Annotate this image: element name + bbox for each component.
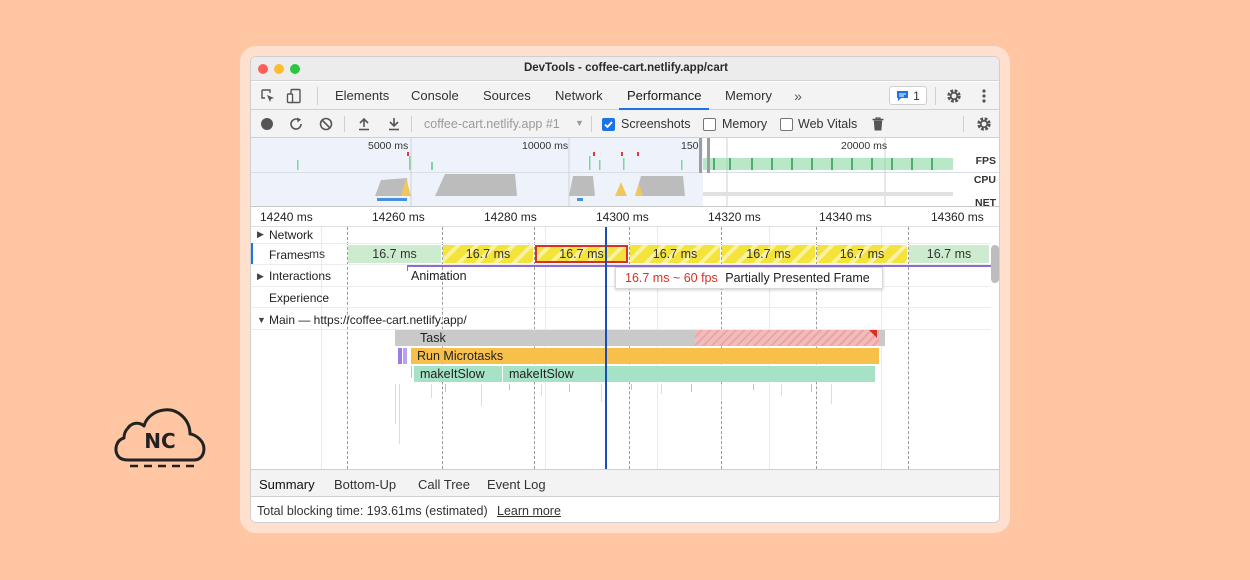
ruler-tick: 14280 ms xyxy=(484,210,537,224)
tab-console[interactable]: Console xyxy=(403,82,467,110)
issues-count: 1 xyxy=(913,88,920,103)
cpu-track-label: CPU xyxy=(973,174,996,186)
tab-memory[interactable]: Memory xyxy=(717,82,780,110)
frame-segment[interactable]: 16.7 ms xyxy=(443,245,533,263)
interaction-animation-label: Animation xyxy=(411,269,467,283)
window-title: DevTools - coffee-cart.netlify.app/cart xyxy=(523,62,729,74)
tracks-scrollbar[interactable] xyxy=(991,245,999,283)
main-track-label[interactable]: Main — https://coffee-cart.netlify.app/ xyxy=(269,313,467,327)
learn-more-link[interactable]: Learn more xyxy=(497,504,561,518)
more-options-icon[interactable] xyxy=(975,87,993,105)
network-track-label[interactable]: Network xyxy=(269,228,313,242)
devtools-window: DevTools - coffee-cart.netlify.app/cart … xyxy=(250,56,1000,523)
tab-network[interactable]: Network xyxy=(547,82,611,110)
total-blocking-time-text: Total blocking time: 193.61ms (estimated… xyxy=(257,504,488,518)
run-microtasks-bar[interactable]: Run Microtasks xyxy=(411,348,879,364)
tooltip-description: Partially Presented Frame xyxy=(725,271,870,285)
frames-track-label[interactable]: Frames xyxy=(269,248,310,262)
tab-summary[interactable]: Summary xyxy=(259,477,315,492)
nc-cloud-logo: NC xyxy=(114,408,206,468)
ruler-tick: 14340 ms xyxy=(819,210,872,224)
tab-bottom-up[interactable]: Bottom-Up xyxy=(334,477,396,492)
issues-badge[interactable]: 1 xyxy=(889,86,927,105)
ruler-tick: 14260 ms xyxy=(372,210,425,224)
web-vitals-checkbox[interactable] xyxy=(780,118,793,131)
profile-select[interactable]: coffee-cart.netlify.app #1 xyxy=(424,117,560,131)
timeline-tracks[interactable]: ▶ Network Frames ms 16.7 ms 16.7 ms 16.7… xyxy=(251,227,999,469)
net-track-label: NET xyxy=(975,197,996,207)
memory-checkbox[interactable] xyxy=(703,118,716,131)
capture-settings-gear-icon[interactable] xyxy=(975,116,993,132)
frame-segment[interactable]: 16.7 ms xyxy=(817,245,907,263)
tab-event-log[interactable]: Event Log xyxy=(487,477,546,492)
record-icon[interactable] xyxy=(259,116,275,132)
overview-time-label: 10000 ms xyxy=(522,140,569,152)
performance-toolbar: coffee-cart.netlify.app #1 ▼ Screenshots… xyxy=(251,110,999,138)
microtask-marker xyxy=(403,348,407,364)
clear-icon[interactable] xyxy=(318,116,334,132)
timeline-overview[interactable]: 5000 ms 10000 ms 150 20000 ms FPS CPU NE… xyxy=(251,138,999,207)
task-label: Task xyxy=(420,331,446,345)
frame-segment[interactable]: 16.7 ms xyxy=(348,245,441,263)
tab-call-tree[interactable]: Call Tree xyxy=(418,477,470,492)
overview-time-label: 5000 ms xyxy=(368,140,409,152)
details-tab-bar: Summary Bottom-Up Call Tree Event Log xyxy=(251,469,999,497)
frame-segment-selected[interactable]: 16.7 ms xyxy=(535,245,628,263)
more-tabs-icon[interactable]: » xyxy=(789,87,807,105)
flame-detail-marks xyxy=(395,366,832,444)
long-task-warning-marker xyxy=(869,330,877,338)
time-ruler: 14240 ms 14260 ms 14280 ms 14300 ms 1432… xyxy=(251,207,999,227)
frame-segment[interactable]: 16.7 ms xyxy=(630,245,720,263)
interactions-track-label[interactable]: Interactions xyxy=(269,269,331,283)
chevron-down-icon[interactable]: ▼ xyxy=(575,118,584,128)
inspect-element-icon[interactable] xyxy=(259,87,277,105)
tab-sources[interactable]: Sources xyxy=(475,82,539,110)
ruler-tick: 14320 ms xyxy=(708,210,761,224)
web-vitals-label: Web Vitals xyxy=(798,117,858,131)
summary-panel: Total blocking time: 193.61ms (estimated… xyxy=(251,497,999,522)
overview-time-label: 20000 ms xyxy=(841,140,888,152)
ruler-tick: 14360 ms xyxy=(931,210,984,224)
device-toolbar-icon[interactable] xyxy=(285,87,303,105)
upload-icon[interactable] xyxy=(356,116,372,132)
long-task-overlay xyxy=(695,330,879,346)
fps-track-label: FPS xyxy=(975,155,996,167)
ruler-tick: 14300 ms xyxy=(596,210,649,224)
logo-text: NC xyxy=(144,429,175,453)
ruler-tick: 14240 ms xyxy=(260,210,313,224)
frame-segment[interactable]: 16.7 ms xyxy=(909,245,989,263)
timeline-cursor xyxy=(605,227,607,469)
tab-performance[interactable]: Performance xyxy=(619,82,710,110)
frame-tooltip: 16.7 ms ~ 60 fps Partially Presented Fra… xyxy=(615,267,883,289)
trash-icon[interactable] xyxy=(870,116,886,132)
network-track-expander[interactable]: ▶ xyxy=(257,229,264,240)
memory-label: Memory xyxy=(722,117,768,131)
reload-record-icon[interactable] xyxy=(288,116,304,132)
frame-segment: ms xyxy=(309,247,325,261)
message-icon xyxy=(897,90,909,101)
frame-segment[interactable]: 16.7 ms xyxy=(722,245,815,263)
main-track-expander[interactable]: ▼ xyxy=(257,315,266,325)
screenshots-checkbox[interactable] xyxy=(602,118,615,131)
interactions-track-expander[interactable]: ▶ xyxy=(257,271,264,282)
tab-elements[interactable]: Elements xyxy=(327,82,397,110)
experience-track-label[interactable]: Experience xyxy=(269,291,329,305)
panel-tab-bar: Elements Console Sources Network Perform… xyxy=(251,82,999,110)
microtask-marker xyxy=(398,348,402,364)
screenshots-label: Screenshots xyxy=(621,117,691,131)
download-icon[interactable] xyxy=(386,116,402,132)
tooltip-fps-text: 16.7 ms ~ 60 fps xyxy=(625,271,718,285)
title-bar: DevTools - coffee-cart.netlify.app/cart xyxy=(251,57,999,81)
overview-time-label: 150 xyxy=(681,140,699,152)
settings-gear-icon[interactable] xyxy=(945,87,963,105)
